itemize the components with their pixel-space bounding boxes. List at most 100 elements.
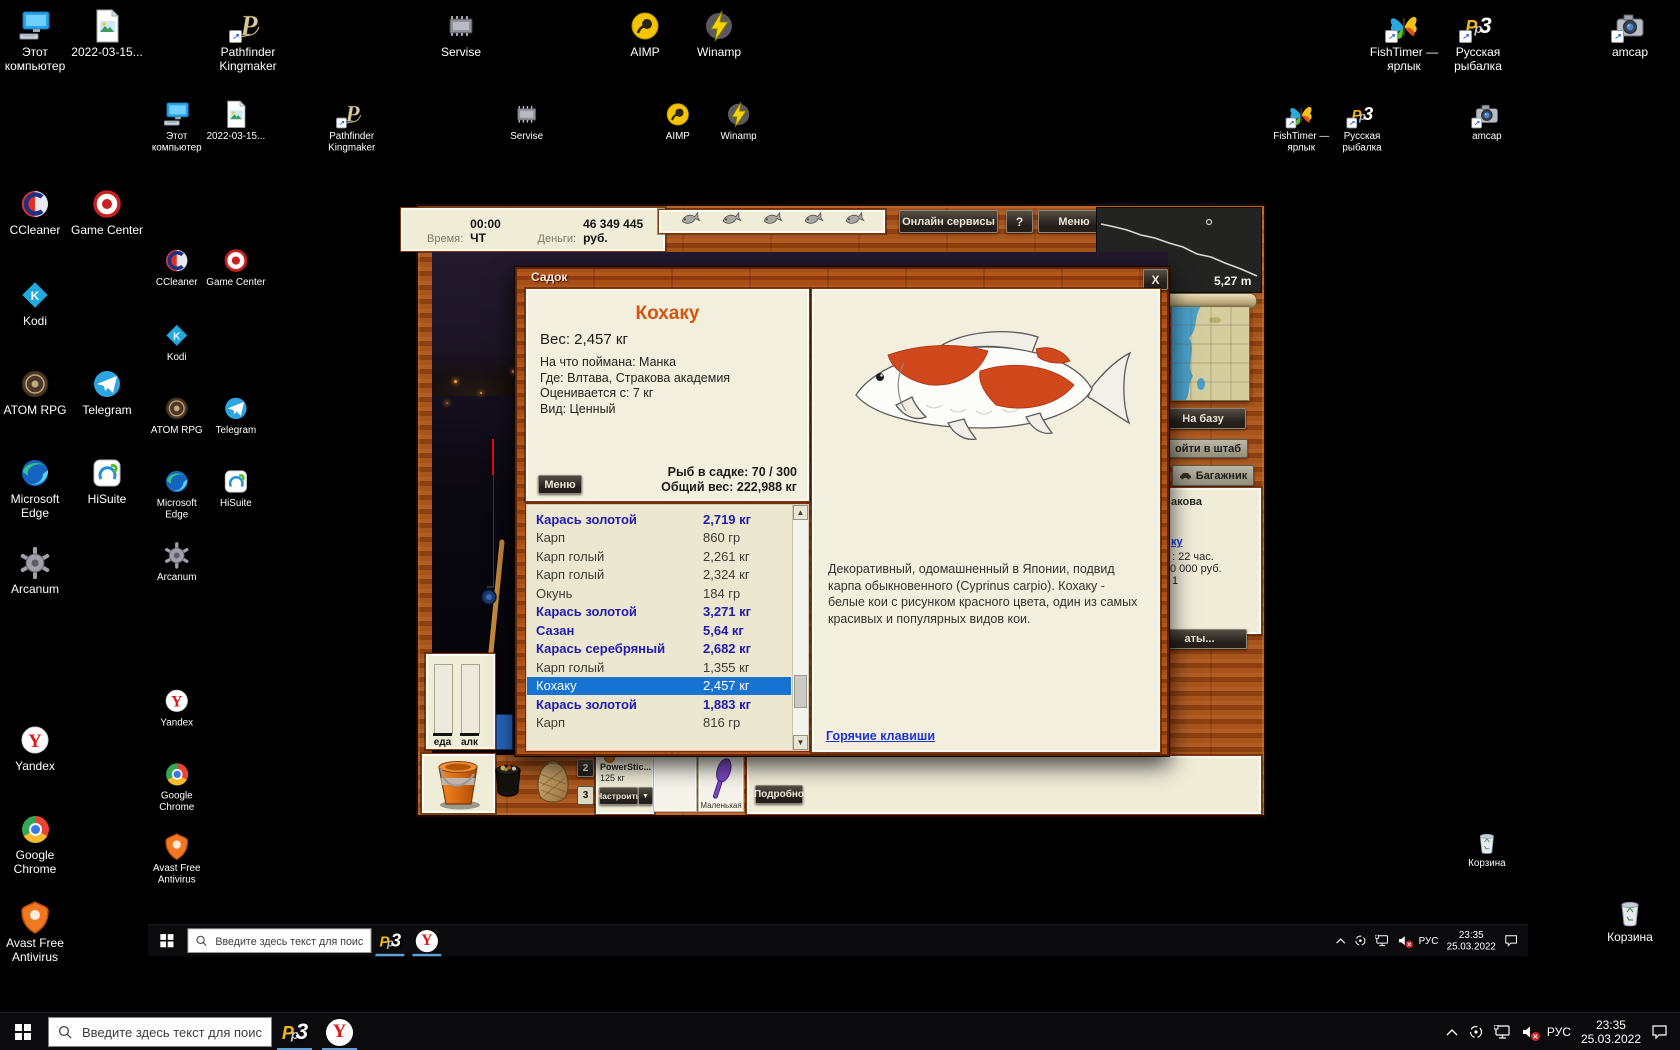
scrollbar-thumb[interactable] xyxy=(794,675,807,708)
online-services-button[interactable]: Онлайн сервисы xyxy=(899,210,998,233)
fish-row-weight: 2,261 кг xyxy=(703,549,750,564)
shortcut-arrow-icon xyxy=(1459,30,1472,43)
telegram-icon xyxy=(87,366,127,402)
desktop-icon-recycle[interactable]: Корзина xyxy=(1586,893,1674,945)
caught-fish-icon xyxy=(720,210,742,233)
fish-row-weight: 2,682 кг xyxy=(703,641,751,656)
cauldron-bait-icon[interactable] xyxy=(489,759,527,801)
hotkeys-link[interactable]: Горячие клавиши xyxy=(826,729,935,743)
close-icon[interactable]: X xyxy=(1143,269,1168,290)
fish-row[interactable]: Карп голый1,355 кг xyxy=(527,658,791,677)
fish-row-name: Сазан xyxy=(536,623,574,638)
desktop-icon-telegram[interactable]: Telegram xyxy=(63,366,151,418)
alcohol-meter-label: алк xyxy=(460,737,479,748)
desktop-icon-chip[interactable]: Servise xyxy=(417,8,505,60)
fish-place-line: Где: Влтава, Стракова академия xyxy=(540,371,730,385)
dialog-titlebar[interactable] xyxy=(515,267,1169,287)
food-meter xyxy=(434,664,453,734)
desktop-icon-arcanum[interactable]: Arcanum xyxy=(0,545,79,597)
trunk-button[interactable]: Багажник xyxy=(1172,465,1254,486)
desktop-icon-pathfinder[interactable]: PPathfinder Kingmaker xyxy=(204,8,292,73)
network-icon[interactable] xyxy=(1494,1025,1512,1039)
empty-tackle-slot[interactable] xyxy=(653,755,697,812)
taskbar-search[interactable] xyxy=(48,1017,272,1047)
clock-time: 23:35 xyxy=(1581,1018,1641,1032)
fish-row[interactable]: Карп голый2,324 кг xyxy=(527,566,791,585)
desktop-icon-label: 2022-03-15... xyxy=(71,46,142,60)
time-label: Время: xyxy=(427,233,463,245)
desktop-icon-label: Kodi xyxy=(23,315,47,329)
desktop-icon-winamp[interactable]: Winamp xyxy=(675,8,763,60)
desktop-icon-label: CCleaner xyxy=(10,224,61,238)
spoon-lure-slot[interactable]: Маленькая xyxy=(698,755,744,812)
fish-row-name: Кохаку xyxy=(536,678,577,693)
fish-row[interactable]: Карп голый2,261 кг xyxy=(527,547,791,566)
fish-row-name: Карась золотой xyxy=(536,512,637,527)
minimap-panel[interactable] xyxy=(1171,306,1250,401)
desktop-icon-gamecenter[interactable]: Game Center xyxy=(63,186,151,238)
caught-fish-icon xyxy=(802,210,824,233)
trunk-label: Багажник xyxy=(1196,470,1247,482)
taskbar-clock[interactable]: 23:35 25.03.2022 xyxy=(1581,1018,1641,1046)
desktop-icon-rr3[interactable]: Рр3Русская рыбалка xyxy=(1434,8,1522,73)
fish-row[interactable]: Сазан5,64 кг xyxy=(527,621,791,640)
clock-date: 25.03.2022 xyxy=(1581,1032,1641,1046)
fish-kind-line: Вид: Ценный xyxy=(540,402,616,416)
details-button[interactable]: Подробно xyxy=(755,785,803,804)
desktop-icon-avast[interactable]: Avast Free Antivirus xyxy=(0,899,79,964)
desktop-icon-amcap[interactable]: amcap xyxy=(1586,8,1674,60)
svg-text:P: P xyxy=(239,11,258,42)
fish-row[interactable]: Карась золотой2,719 кг xyxy=(527,510,791,529)
help-button[interactable]: ? xyxy=(1006,210,1033,233)
svg-text:Y: Y xyxy=(28,731,42,752)
configure-rod-button[interactable]: Настроить xyxy=(599,787,638,805)
fish-weight-line: Вес: 2,457 кг xyxy=(540,331,628,348)
scroll-up-icon[interactable]: ▲ xyxy=(793,505,808,520)
taskbar-app-yandex[interactable]: Y xyxy=(317,1013,362,1050)
fish-row[interactable]: Карась серебряный2,682 кг xyxy=(527,640,791,659)
fish-bait-line: На что поймана: Манка xyxy=(540,355,676,369)
desktop-icon-image-file[interactable]: 2022-03-15... xyxy=(63,8,151,60)
fish-row[interactable]: Карп816 гр xyxy=(527,714,791,733)
language-indicator[interactable]: РУС xyxy=(1547,1025,1571,1039)
fish-description: Декоративный, одомашненный в Японии, под… xyxy=(828,561,1146,627)
keeper-fish-list-panel: Карась золотой2,719 кгКарп860 грКарп гол… xyxy=(525,503,810,752)
fish-row[interactable]: Карп860 гр xyxy=(527,529,791,548)
taskbar-app-rr3[interactable]: Рр3 xyxy=(272,1013,317,1050)
list-scrollbar[interactable]: ▲ ▼ xyxy=(792,505,808,750)
keeper-menu-button[interactable]: Меню xyxy=(538,475,582,494)
start-button[interactable] xyxy=(0,1013,46,1050)
rod-dropdown-button[interactable]: ▼ xyxy=(638,787,653,805)
groundbait-sack-icon[interactable] xyxy=(532,758,574,806)
bucket-slot[interactable] xyxy=(421,753,496,814)
hidden-icons-chevron-icon[interactable] xyxy=(1446,1028,1458,1036)
rod-slot-3-button[interactable]: 3 xyxy=(577,786,594,805)
to-base-button[interactable]: На базу xyxy=(1160,408,1246,429)
location-info-line: 1 xyxy=(1172,575,1178,587)
alcohol-meter xyxy=(461,664,480,734)
desktop-icon-kodi[interactable]: KKodi xyxy=(0,277,79,329)
desktop-icon-chrome[interactable]: Google Chrome xyxy=(0,811,79,876)
meet-now-icon[interactable] xyxy=(1468,1024,1484,1040)
desktop-icon-label: Winamp xyxy=(697,46,741,60)
fish-row[interactable]: Окунь184 гр xyxy=(527,584,791,603)
location-link-fragment[interactable]: ку xyxy=(1171,536,1183,548)
fish-row-name: Карась золотой xyxy=(536,697,637,712)
fish-row-name: Карп xyxy=(536,530,565,545)
desktop-icon-label: Корзина xyxy=(1607,931,1653,945)
desktop-icon-hisuite[interactable]: HiSuite xyxy=(63,455,151,507)
fish-row[interactable]: Кохаку2,457 кг xyxy=(527,677,791,696)
fish-row[interactable]: Карась золотой1,883 кг xyxy=(527,695,791,714)
search-input[interactable] xyxy=(80,1024,264,1041)
desktop-icon-yandex[interactable]: YYandex xyxy=(0,722,79,774)
caught-fish-icon xyxy=(761,210,783,233)
location-title-fragment: акова xyxy=(1171,496,1202,508)
desktop-icon-label: Google Chrome xyxy=(14,849,57,876)
action-center-icon[interactable] xyxy=(1651,1025,1668,1040)
fish-row[interactable]: Карась золотой3,271 кг xyxy=(527,603,791,622)
ccleaner-icon xyxy=(15,186,55,222)
volume-muted-icon[interactable]: ✕ xyxy=(1522,1025,1537,1039)
scroll-down-icon[interactable]: ▼ xyxy=(793,735,808,750)
avast-icon xyxy=(15,899,55,935)
rod-slot-2-button[interactable]: 2 xyxy=(577,759,594,777)
